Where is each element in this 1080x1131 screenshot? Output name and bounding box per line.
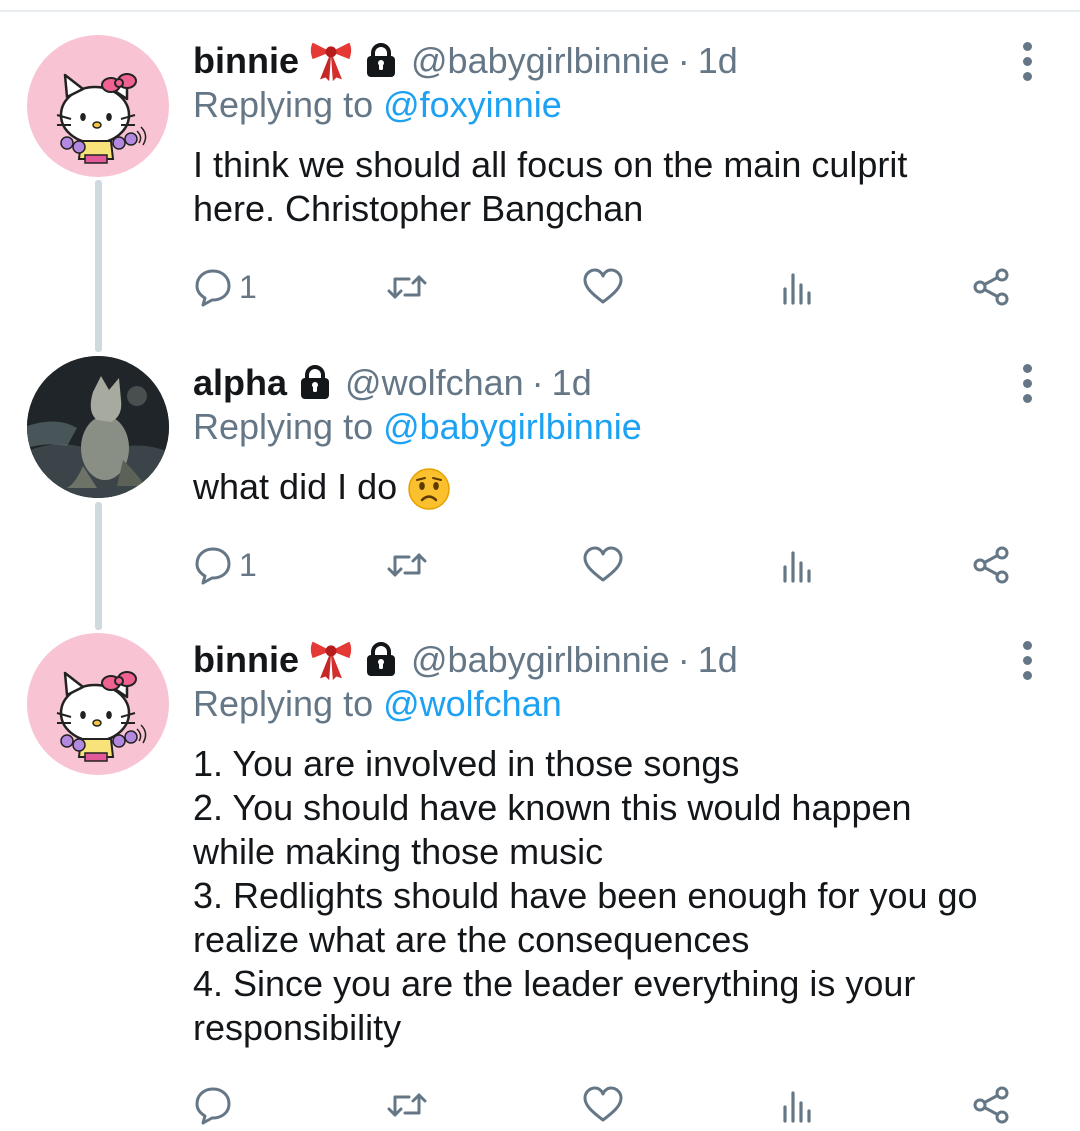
lock-icon bbox=[363, 43, 399, 79]
share-icon bbox=[971, 267, 1011, 307]
replying-to-label: Replying to bbox=[193, 84, 384, 125]
action-bar bbox=[193, 1080, 1023, 1130]
separator: · bbox=[677, 639, 690, 680]
tweet-text: 1. You are involved in those songs 2. Yo… bbox=[193, 742, 1040, 1050]
replying-to: Replying to @foxyinnie bbox=[193, 83, 1040, 127]
display-name[interactable]: binnie bbox=[193, 638, 299, 682]
tweet-header: alpha @wolfchan · 1d bbox=[193, 361, 1040, 405]
more-options-icon[interactable] bbox=[1012, 638, 1042, 682]
retweet-button[interactable] bbox=[387, 1080, 427, 1130]
retweet-button[interactable] bbox=[387, 540, 427, 590]
replying-to-label: Replying to bbox=[193, 406, 384, 447]
separator: · bbox=[677, 40, 690, 81]
replying-to-label: Replying to bbox=[193, 683, 384, 724]
retweet-icon bbox=[387, 1085, 427, 1125]
tweet-text: I think we should all focus on the main … bbox=[193, 143, 1040, 231]
like-button[interactable] bbox=[583, 540, 623, 590]
wolf-avatar[interactable] bbox=[27, 356, 169, 498]
more-options-icon[interactable] bbox=[1012, 361, 1042, 405]
tweet-header: binnie @babygirlbinnie · 1d bbox=[193, 638, 1040, 682]
retweet-button[interactable] bbox=[387, 262, 427, 312]
mention-link[interactable]: @foxyinnie bbox=[383, 84, 562, 125]
timestamp[interactable]: 1d bbox=[552, 361, 592, 405]
mention-link[interactable]: @babygirlbinnie bbox=[383, 406, 642, 447]
like-button[interactable] bbox=[583, 1080, 623, 1130]
analytics-button[interactable] bbox=[777, 1080, 817, 1130]
share-icon bbox=[971, 1085, 1011, 1125]
user-handle[interactable]: @babygirlbinnie bbox=[411, 638, 670, 682]
tweet-text-line: 4. Since you are the leader everything i… bbox=[193, 963, 916, 1004]
reply-icon bbox=[193, 545, 233, 585]
action-bar: 1 bbox=[193, 540, 1023, 590]
like-button[interactable] bbox=[583, 262, 623, 312]
thread-connector bbox=[95, 180, 102, 352]
tweet-text-line: 2. You should have known this would happ… bbox=[193, 787, 912, 828]
like-icon bbox=[583, 545, 623, 585]
retweet-icon bbox=[387, 267, 427, 307]
tweet-text-line: here. Christopher Bangchan bbox=[193, 188, 644, 229]
share-button[interactable] bbox=[971, 1080, 1011, 1130]
reply-button[interactable] bbox=[193, 1080, 239, 1130]
display-name[interactable]: binnie bbox=[193, 39, 299, 83]
share-button[interactable] bbox=[971, 540, 1011, 590]
tweet-text-line: what did I do bbox=[193, 465, 1040, 511]
worried-face-emoji bbox=[407, 467, 451, 511]
tweet-text-line: realize what are the consequences bbox=[193, 919, 750, 960]
tweet-text-line: I think we should all focus on the main … bbox=[193, 144, 908, 185]
timestamp[interactable]: 1d bbox=[698, 39, 738, 83]
reply-count: 1 bbox=[239, 546, 257, 583]
thread-connector bbox=[95, 502, 102, 630]
tweet-text-line: while making those music bbox=[193, 831, 604, 872]
ribbon-emoji bbox=[309, 638, 353, 682]
share-button[interactable] bbox=[971, 262, 1011, 312]
user-handle[interactable]: @babygirlbinnie bbox=[411, 39, 670, 83]
reply-button[interactable]: 1 bbox=[193, 262, 257, 312]
replying-to: Replying to @wolfchan bbox=[193, 682, 1040, 726]
replying-to: Replying to @babygirlbinnie bbox=[193, 405, 1040, 449]
analytics-button[interactable] bbox=[777, 540, 817, 590]
action-bar: 1 bbox=[193, 262, 1023, 312]
tweet-text-line: responsibility bbox=[193, 1007, 402, 1048]
retweet-icon bbox=[387, 545, 427, 585]
reply-icon bbox=[193, 267, 233, 307]
hello-kitty-avatar[interactable] bbox=[27, 35, 169, 177]
share-icon bbox=[971, 545, 1011, 585]
reply-count: 1 bbox=[239, 268, 257, 305]
like-icon bbox=[583, 267, 623, 307]
mention-link[interactable]: @wolfchan bbox=[383, 683, 562, 724]
ribbon-emoji bbox=[309, 39, 353, 83]
analytics-button[interactable] bbox=[777, 262, 817, 312]
analytics-icon bbox=[777, 267, 817, 307]
tweet-text-content: what did I do bbox=[193, 466, 398, 507]
like-icon bbox=[583, 1085, 623, 1125]
lock-icon bbox=[363, 642, 399, 678]
analytics-icon bbox=[777, 1085, 817, 1125]
hello-kitty-avatar[interactable] bbox=[27, 633, 169, 775]
tweet-header: binnie @babygirlbinnie · 1d bbox=[193, 39, 1040, 83]
reply-icon bbox=[193, 1085, 233, 1125]
tweet-text: what did I do bbox=[193, 465, 1040, 511]
tweet-text-line: 3. Redlights should have been enough for… bbox=[193, 875, 978, 916]
display-name[interactable]: alpha bbox=[193, 361, 287, 405]
top-divider bbox=[0, 10, 1080, 12]
user-handle[interactable]: @wolfchan bbox=[345, 361, 524, 405]
analytics-icon bbox=[777, 545, 817, 585]
separator: · bbox=[531, 362, 544, 403]
more-options-icon[interactable] bbox=[1012, 39, 1042, 83]
reply-button[interactable]: 1 bbox=[193, 540, 257, 590]
tweet-text-line: 1. You are involved in those songs bbox=[193, 743, 740, 784]
lock-icon bbox=[297, 365, 333, 401]
timestamp[interactable]: 1d bbox=[698, 638, 738, 682]
